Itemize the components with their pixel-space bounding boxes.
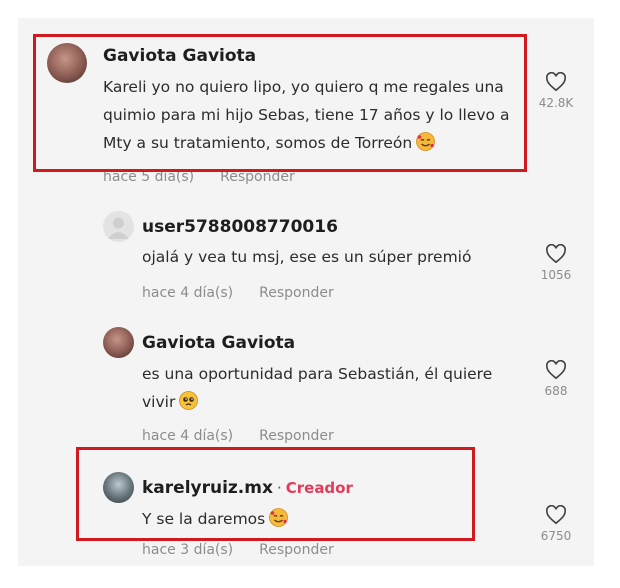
separator-dot: · <box>276 479 282 497</box>
heart-icon <box>546 244 566 264</box>
like-count: 688 <box>544 384 568 398</box>
avatar[interactable] <box>103 211 134 242</box>
comment-text-line: quimio para mi hijo Sebas, tiene 17 años… <box>103 106 510 124</box>
comment-timestamp: hace 3 día(s) <box>142 542 234 558</box>
like-button[interactable]: 6750 <box>534 505 578 543</box>
comment-username[interactable]: user5788008770016 <box>142 217 338 237</box>
like-button[interactable]: 688 <box>534 360 578 398</box>
like-button[interactable]: 1056 <box>534 244 578 282</box>
comment-timestamp: hace 4 día(s) <box>142 285 234 301</box>
creator-username[interactable]: karelyruiz.mx <box>142 478 273 498</box>
smiling-face-with-hearts-icon <box>269 508 289 527</box>
like-count: 1056 <box>540 268 572 282</box>
comment-text-line: Kareli yo no quiero lipo, yo quiero q me… <box>103 78 504 96</box>
smiling-face-with-hearts-icon <box>416 132 436 151</box>
comment-meta: hace 3 día(s) Responder <box>142 542 334 558</box>
pleading-face-icon <box>179 391 199 410</box>
comment-username: karelyruiz.mx · Creador <box>142 478 353 498</box>
comment-text-line: Mty a su tratamiento, somos de Torreón <box>103 129 436 157</box>
comment-meta: hace 4 día(s) Responder <box>142 428 334 444</box>
comment-timestamp: hace 4 día(s) <box>142 428 234 444</box>
comment-timestamp: hace 5 día(s) <box>103 169 195 185</box>
avatar[interactable] <box>103 327 134 358</box>
heart-icon <box>546 72 566 92</box>
comment-text-line: Y se la daremos <box>142 505 289 533</box>
heart-icon <box>546 360 566 380</box>
creator-badge: Creador <box>285 479 353 497</box>
comment-username[interactable]: Gaviota Gaviota <box>142 333 295 353</box>
like-count: 6750 <box>540 529 572 543</box>
avatar[interactable] <box>47 43 87 83</box>
default-avatar-icon <box>108 217 129 239</box>
comment-meta: hace 5 día(s) Responder <box>103 169 295 185</box>
like-button[interactable]: 42.8K <box>534 72 578 110</box>
reply-button[interactable]: Responder <box>259 542 334 558</box>
comment-username[interactable]: Gaviota Gaviota <box>103 46 256 66</box>
comment-text-line: ojalá y vea tu msj, ese es un súper prem… <box>142 248 472 266</box>
heart-icon <box>546 505 566 525</box>
comment-text-line: vivir <box>142 388 199 416</box>
comment-meta: hace 4 día(s) Responder <box>142 285 334 301</box>
reply-button[interactable]: Responder <box>259 285 334 301</box>
like-count: 42.8K <box>538 96 574 110</box>
comment-text-segment: vivir <box>142 393 176 411</box>
avatar[interactable] <box>103 472 134 503</box>
comment-text-line: es una oportunidad para Sebastián, él qu… <box>142 365 493 383</box>
reply-button[interactable]: Responder <box>259 428 334 444</box>
comment-text-segment: Y se la daremos <box>142 510 266 528</box>
comment-text-segment: Mty a su tratamiento, somos de Torreón <box>103 134 413 152</box>
reply-button[interactable]: Responder <box>220 169 295 185</box>
